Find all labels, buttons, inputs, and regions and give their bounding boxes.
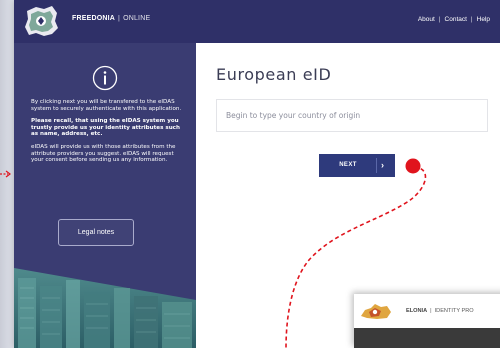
nav-separator: |: [470, 16, 473, 23]
brand-suffix: ONLINE: [123, 15, 151, 22]
nav-contact-link[interactable]: Contact: [445, 16, 467, 23]
info-paragraph-attributes: eIDAS will provide us with those attribu…: [31, 143, 176, 164]
nav-about-link[interactable]: About: [418, 16, 435, 23]
browser-window: FREEDONIA | ONLINE About | Contact | Help By c…: [14, 0, 500, 348]
freedonia-logo-icon: [25, 6, 58, 36]
elonia-dark-bar: [354, 328, 500, 348]
next-button-label: NEXT: [339, 162, 357, 168]
elonia-window: ELONIA | IDENTITY PRO: [354, 294, 500, 348]
brand-separator: |: [118, 15, 121, 22]
elonia-logo-icon: [361, 304, 391, 319]
brand-name: FREEDONIA: [72, 15, 116, 22]
info-paragraph-recall: Please recall, that using the eIDAS syst…: [31, 118, 180, 138]
elonia-brand: ELONIA | IDENTITY PRO: [406, 308, 474, 314]
next-button-divider: [376, 158, 377, 173]
chevron-right-icon: ›: [381, 160, 385, 170]
info-panel: By clicking next you will be transfered …: [14, 43, 196, 348]
info-circle-icon: [92, 65, 118, 91]
next-button[interactable]: NEXT ›: [319, 154, 395, 177]
info-paragraph-transfer: By clicking next you will be transfered …: [31, 99, 182, 112]
site-brand[interactable]: FREEDONIA | ONLINE: [72, 15, 150, 22]
elonia-brand-name: ELONIA: [406, 308, 428, 314]
top-navigation: About | Contact | Help: [418, 16, 490, 23]
country-search-input[interactable]: [216, 99, 488, 132]
nav-separator: |: [438, 16, 441, 23]
elonia-brand-suffix: IDENTITY PRO: [434, 308, 474, 314]
page-title: European eID: [216, 65, 332, 84]
top-header-bar: FREEDONIA | ONLINE About | Contact | Help: [14, 0, 500, 43]
legal-notes-button[interactable]: Legal notes: [58, 219, 134, 246]
left-page-margin: [0, 0, 14, 348]
city-skyline-image: [14, 258, 196, 348]
info-text: By clicking next you will be transfered …: [31, 99, 186, 170]
nav-help-link[interactable]: Help: [477, 16, 490, 23]
elonia-brand-separator: |: [430, 308, 432, 314]
red-arrow-icon: [0, 170, 11, 178]
